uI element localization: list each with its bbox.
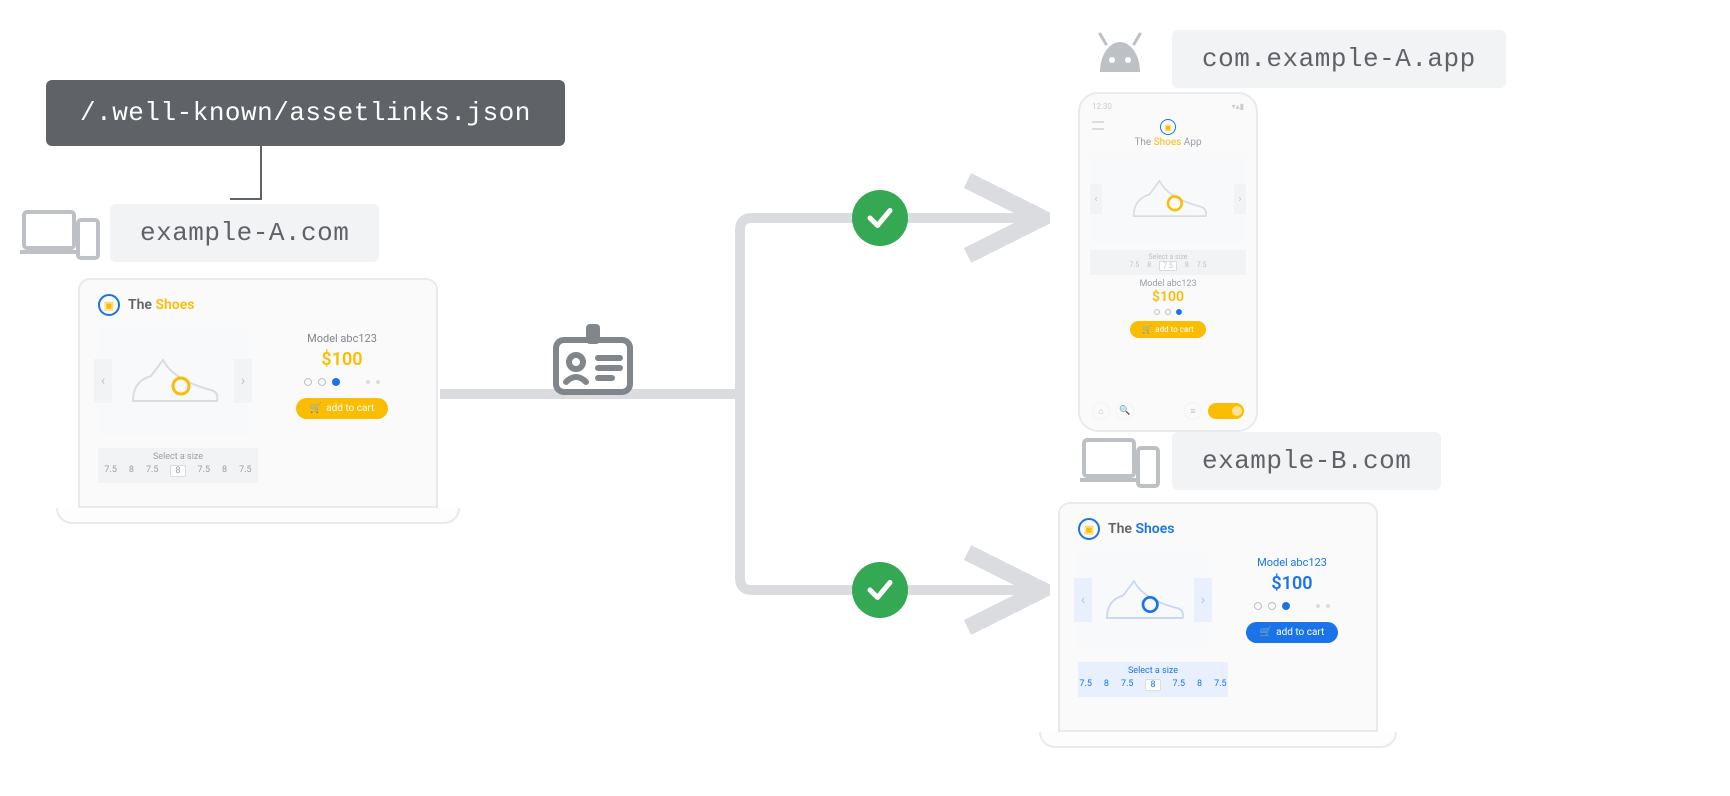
- laptop-site-b: ▣ The Shoes ‹ › Model abc123 $100: [1058, 502, 1378, 748]
- cart-icon: 🛒: [310, 403, 322, 414]
- sneaker-image: [1098, 568, 1188, 632]
- product-model: Model abc123: [1090, 279, 1246, 289]
- android-icon: [1092, 32, 1148, 72]
- assetlinks-connector: [230, 144, 262, 200]
- shop-title: The Shoes: [1108, 521, 1174, 537]
- gallery-next[interactable]: ›: [234, 359, 252, 403]
- status-icons: ▾▴▮: [1232, 102, 1244, 111]
- status-clock: 12:30: [1092, 102, 1112, 111]
- checkmark-bottom: [852, 562, 908, 618]
- devices-icon-left: [20, 206, 102, 262]
- product-price: $100: [266, 349, 418, 370]
- devices-icon-right: [1080, 434, 1162, 490]
- product-price: $100: [1090, 289, 1246, 305]
- phone-app-a: 12:30 ▾▴▮ ▣ The Shoes App ‹ › Select a s…: [1078, 92, 1258, 432]
- shop-logo-icon: ▣: [98, 294, 120, 316]
- product-gallery: ‹ ›: [1090, 154, 1246, 244]
- gallery-prev[interactable]: ‹: [1090, 184, 1102, 214]
- size-selector[interactable]: Select a size 7.587.587.587.5: [98, 448, 258, 483]
- app-logo-icon: ▣: [1160, 119, 1176, 135]
- add-to-cart-button[interactable]: 🛒 add to cart: [296, 398, 389, 419]
- app-package-label: com.example-A.app: [1172, 30, 1506, 88]
- cart-icon: 🛒: [1260, 627, 1272, 638]
- shop-logo-icon: ▣: [1078, 518, 1100, 540]
- product-price: $100: [1226, 573, 1358, 594]
- product-model: Model abc123: [1226, 556, 1358, 569]
- id-badge-icon: [550, 320, 636, 398]
- laptop-site-a: ▣ The Shoes ‹ › Model abc123 $100: [78, 278, 438, 524]
- menu-icon[interactable]: ≡: [1184, 402, 1202, 420]
- assetlinks-path-label: /.well-known/assetlinks.json: [46, 80, 565, 146]
- product-model: Model abc123: [266, 332, 418, 345]
- color-swatches[interactable]: [1090, 309, 1246, 315]
- gallery-prev[interactable]: ‹: [1074, 578, 1092, 622]
- site-a-label: example-A.com: [110, 204, 379, 262]
- color-swatches[interactable]: [266, 378, 418, 386]
- size-selector[interactable]: Select a size 7.587.587.5: [1090, 250, 1246, 275]
- gallery-prev[interactable]: ‹: [94, 359, 112, 403]
- size-selector[interactable]: Select a size 7.587.587.587.5: [1078, 662, 1228, 697]
- toggle-pill[interactable]: [1208, 403, 1244, 419]
- size-list-b: 7.587.587.587.5: [1078, 679, 1228, 691]
- color-swatches[interactable]: [1226, 602, 1358, 610]
- bottom-nav[interactable]: ⌂ 🔍 ≡: [1090, 398, 1246, 420]
- checkmark-top: [852, 190, 908, 246]
- home-icon[interactable]: ⌂: [1092, 402, 1110, 420]
- product-gallery: ‹ ›: [1078, 550, 1208, 650]
- gallery-next[interactable]: ›: [1234, 184, 1246, 214]
- size-list-app: 7.587.587.5: [1090, 261, 1246, 271]
- product-gallery: ‹ ›: [98, 326, 248, 436]
- add-to-cart-button[interactable]: 🛒 add to cart: [1130, 321, 1205, 338]
- size-list-a: 7.587.587.587.5: [98, 465, 258, 477]
- app-title: The Shoes App: [1090, 137, 1246, 148]
- search-icon[interactable]: 🔍: [1116, 402, 1134, 420]
- shop-title: The Shoes: [128, 297, 194, 313]
- gallery-next[interactable]: ›: [1194, 578, 1212, 622]
- sneaker-image: [123, 346, 223, 416]
- hamburger-icon[interactable]: [1092, 121, 1104, 130]
- site-b-label: example-B.com: [1172, 432, 1441, 490]
- cart-icon: 🛒: [1142, 325, 1152, 334]
- add-to-cart-button[interactable]: 🛒 add to cart: [1246, 622, 1339, 643]
